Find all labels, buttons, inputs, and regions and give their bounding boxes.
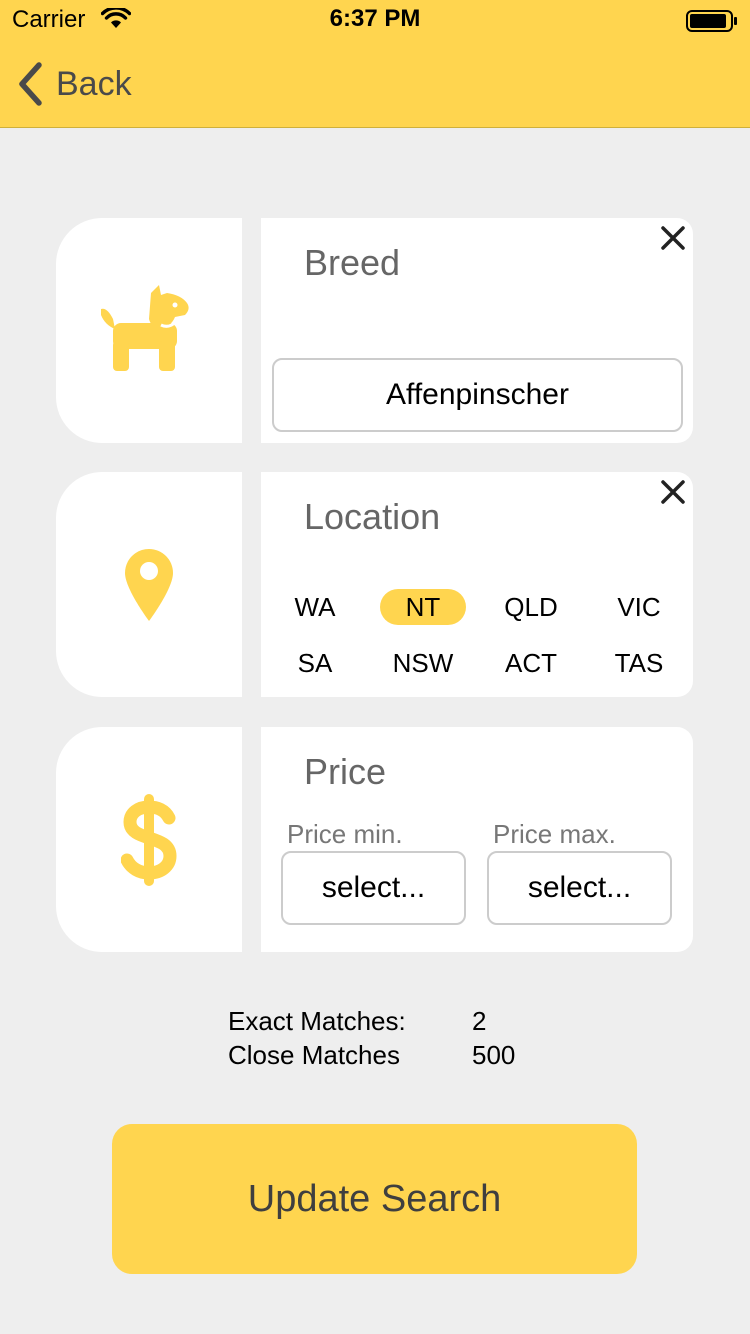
back-label: Back xyxy=(56,64,132,103)
region-chip-tas[interactable]: TAS xyxy=(596,645,682,681)
breed-title: Breed xyxy=(304,242,401,283)
region-chip-qld[interactable]: QLD xyxy=(488,589,574,625)
location-title: Location xyxy=(304,496,441,537)
region-grid: WA NT QLD VIC SA NSW ACT TAS xyxy=(261,589,693,701)
close-matches-count: 500 xyxy=(472,1040,516,1070)
back-button[interactable]: Back xyxy=(14,58,132,110)
region-chip-wa[interactable]: WA xyxy=(272,589,358,625)
price-max-select[interactable]: select... xyxy=(487,851,672,925)
region-row: SA NSW ACT TAS xyxy=(261,645,693,701)
region-chip-nt[interactable]: NT xyxy=(380,589,466,625)
location-icon-tile xyxy=(56,472,242,697)
price-min-label: Price min. xyxy=(287,819,403,849)
map-pin-icon xyxy=(125,548,173,621)
breed-selector[interactable]: Affenpinscher xyxy=(272,358,683,432)
dollar-icon xyxy=(121,793,177,886)
breed-icon-tile xyxy=(56,218,242,443)
region-row: WA NT QLD VIC xyxy=(261,589,693,645)
exact-matches-count: 2 xyxy=(472,1006,487,1036)
region-chip-nsw[interactable]: NSW xyxy=(380,645,466,681)
price-panel: Price Price min. Price max. select... se… xyxy=(261,727,693,952)
exact-matches-label: Exact Matches: xyxy=(228,1006,406,1036)
location-close-icon[interactable] xyxy=(659,478,687,506)
update-search-button[interactable]: Update Search xyxy=(112,1124,637,1274)
region-chip-vic[interactable]: VIC xyxy=(596,589,682,625)
region-chip-sa[interactable]: SA xyxy=(272,645,358,681)
price-title: Price xyxy=(304,751,387,792)
price-icon-tile xyxy=(56,727,242,952)
close-matches-label: Close Matches xyxy=(228,1040,400,1070)
breed-close-icon[interactable] xyxy=(659,224,687,252)
price-min-select[interactable]: select... xyxy=(281,851,466,925)
region-chip-act[interactable]: ACT xyxy=(488,645,574,681)
breed-panel: Breed Affenpinscher xyxy=(261,218,693,443)
battery-icon xyxy=(686,10,737,32)
status-time: 6:37 PM xyxy=(329,5,421,32)
chevron-left-icon xyxy=(19,62,42,106)
navigation-bar: Carrier 6:37 PM Back xyxy=(0,0,750,128)
price-max-label: Price max. xyxy=(493,819,616,849)
location-panel: Location WA NT QLD VIC SA NSW ACT TAS xyxy=(261,472,693,697)
dog-icon xyxy=(101,284,189,371)
